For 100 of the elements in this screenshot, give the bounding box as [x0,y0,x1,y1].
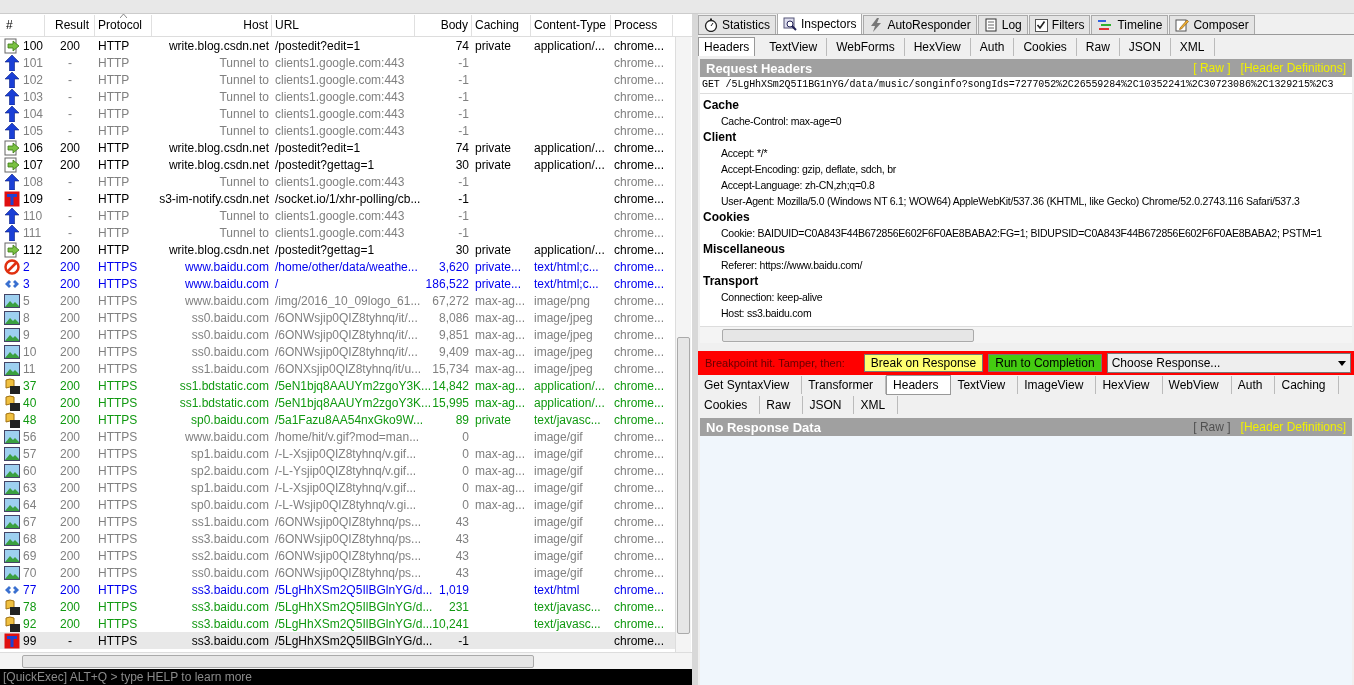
response-view-tab[interactable]: WebView [1162,376,1232,394]
protocol: HTTP [98,157,130,172]
breakpoint-button[interactable]: Run to Completion [988,354,1102,372]
caching: max-ag... [475,446,525,461]
request-view-tab[interactable]: TextView [755,38,828,56]
inspector-tab[interactable]: Inspectors [777,14,863,34]
session-row[interactable]: 69 200 HTTPS ss2.baidu.com /6ONWsjip0QIZ8tyhnq/ps... 43 image/gif chrome... [0,547,675,564]
inspector-tab[interactable]: AutoResponder [863,15,977,34]
column-header[interactable]: Protocol [95,14,152,36]
inspector-tab[interactable]: Timeline [1091,15,1169,34]
column-header[interactable]: Body [415,14,472,36]
session-row[interactable]: 110 - HTTP Tunnel to clients1.google.com:443 -1 chrome... [0,207,675,224]
request-view-tab[interactable]: XML [1170,38,1215,56]
session-row[interactable]: 104 - HTTP Tunnel to clients1.google.com:443 -1 chrome... [0,105,675,122]
response-view-tab[interactable]: Caching [1275,376,1339,394]
session-row[interactable]: 68 200 HTTPS ss3.baidu.com /6ONWsjip0QIZ8tyhnq/ps... 43 image/gif chrome... [0,530,675,547]
session-row[interactable]: 56 200 HTTPS www.baidu.com /home/hit/v.gif?mod=man... 0 image/gif chrome... [0,428,675,445]
session-row[interactable]: 77 200 HTTPS ss3.baidu.com /5LgHhXSm2Q5IlBGlnYG/d... 1,019 text/html chrome... [0,581,675,598]
header-group[interactable]: Cache [703,97,1349,113]
session-row[interactable]: 48 200 HTTPS sp0.baidu.com /5a1Fazu8AA54nxGko9W... 89 private text/javasc... chrome... [0,411,675,428]
session-row[interactable]: 37 200 HTTPS ss1.bdstatic.com /5eN1bjq8AAUYm2zgoY3K...14,842 max-ag... application/... chrome... [0,377,675,394]
request-view-tab[interactable]: WebForms [827,38,905,56]
image-icon [4,360,20,377]
content-type: text/html;c... [534,259,599,274]
session-row[interactable]: 92 200 HTTPS ss3.baidu.com /5LgHhXSm2Q5IlBGlnYG/d...10,241 text/javasc... chrome... [0,615,675,632]
inspector-tab[interactable]: Log [977,15,1028,34]
response-view-tab[interactable]: Headers [886,375,952,395]
column-header[interactable]: Result [45,14,95,36]
header-group[interactable]: Cookies [703,209,1349,225]
session-row[interactable]: 70 200 HTTPS ss0.baidu.com /6ONWsjip0QIZ8tyhnq/ps... 43 image/gif chrome... [0,564,675,581]
body-size: 74 [455,38,469,53]
protocol: HTTPS [98,327,138,342]
session-row[interactable]: 112 200 HTTP write.blog.csdn.net /postedit?gettag=1 30 private application/... chrome... [0,241,675,258]
session-row[interactable]: 10 200 HTTPS ss0.baidu.com /6ONWsjip0QIZ8tyhnq/it/... 9,409 max-ag... image/jpeg chrome... [0,343,675,360]
horizontal-scrollbar[interactable] [0,652,692,669]
response-view-tab[interactable]: ImageView [1018,376,1097,394]
breakpoint-button[interactable]: Break on Response [863,354,984,372]
response-view-tab[interactable]: HexView [1096,376,1163,394]
session-row[interactable]: 108 - HTTP Tunnel to clients1.google.com:443 -1 chrome... [0,173,675,190]
column-header[interactable]: Host [152,14,272,36]
body-size: 186,522 [425,276,469,291]
response-view-tab[interactable]: TextView [951,376,1019,394]
session-row[interactable]: 106 200 HTTP write.blog.csdn.net /postedit?edit=1 74 private application/... chrome... [0,139,675,156]
session-row[interactable]: 64 200 HTTPS sp0.baidu.com /-L-Wsjip0QIZ8tyhnq/v.gi... 0 max-ag... image/gif chrome... [0,496,675,513]
session-row[interactable]: 105 - HTTP Tunnel to clients1.google.com:443 -1 chrome... [0,122,675,139]
request-view-tab[interactable]: Raw [1076,38,1120,56]
header-group[interactable]: Transport [703,273,1349,289]
horizontal-scrollbar[interactable] [700,326,1352,343]
session-row[interactable]: 111 - HTTP Tunnel to clients1.google.com:443 -1 chrome... [0,224,675,241]
column-header[interactable]: # [0,14,45,36]
session-row[interactable]: 5 200 HTTPS www.baidu.com /img/2016_10_09logo_61... 67,272 max-ag... image/png chrome... [0,292,675,309]
session-row[interactable]: 9 200 HTTPS ss0.baidu.com /6ONWsjip0QIZ8tyhnq/it/... 9,851 max-ag... image/jpeg chrome... [0,326,675,343]
session-row[interactable]: 78 200 HTTPS ss3.baidu.com /5LgHhXSm2Q5IlBGlnYG/d... 231 text/javasc... chrome... [0,598,675,615]
scrollbar-thumb[interactable] [722,329,974,342]
vertical-scrollbar[interactable] [675,37,691,652]
session-row[interactable]: 67 200 HTTPS ss1.baidu.com /6ONWsjip0QIZ8tyhnq/ps... 43 image/gif chrome... [0,513,675,530]
session-row[interactable]: 11 200 HTTPS ss1.baidu.com /6ONXsjip0QIZ8tyhnq/it/u... 15,734 max-ag... image/jpeg chrome... [0,360,675,377]
session-row[interactable]: 60 200 HTTPS sp2.baidu.com /-L-Ysjip0QIZ8tyhnq/v.gif... 0 max-ag... image/gif chrome... [0,462,675,479]
session-row[interactable]: 57 200 HTTPS sp1.baidu.com /-L-Xsjip0QIZ8tyhnq/v.gif... 0 max-ag... image/gif chrome... [0,445,675,462]
session-row[interactable]: 8 200 HTTPS ss0.baidu.com /6ONWsjip0QIZ8tyhnq/it/... 8,086 max-ag... image/jpeg chrome... [0,309,675,326]
column-header[interactable]: Content-Type [531,14,611,36]
request-view-tab[interactable]: Auth [970,38,1015,56]
response-dropdown[interactable]: Choose Response... [1106,353,1351,373]
url: /postedit?gettag=1 [275,157,375,172]
session-row[interactable]: 3 200 HTTPS www.baidu.com / 186,522 private... text/html;c... chrome... [0,275,675,292]
column-header[interactable]: URL [272,14,415,36]
session-row[interactable]: 100 200 HTTP write.blog.csdn.net /postedit?edit=1 74 private application/... chrome... [0,37,675,54]
response-view-tab[interactable]: Raw [760,396,804,414]
request-view-tab[interactable]: Headers [698,37,756,56]
header-group[interactable]: Client [703,129,1349,145]
session-number: 63 [23,480,37,495]
session-row[interactable]: 63 200 HTTPS sp1.baidu.com /-L-Xsjip0QIZ8tyhnq/v.gif... 0 max-ag... image/gif chrome... [0,479,675,496]
response-view-tab[interactable]: Auth [1231,376,1276,394]
response-view-tab[interactable]: XML [854,396,899,414]
scrollbar-thumb[interactable] [22,655,534,668]
session-row[interactable]: 99 - HTTPS ss3.baidu.com /5LgHhXSm2Q5IlBGlnYG/d... -1 chrome... [0,632,675,649]
scrollbar-thumb[interactable] [677,337,690,634]
session-row[interactable]: 109 - HTTP s3-im-notify.csdn.net /socket.io/1/xhr-polling/cb... -1 chrome... [0,190,675,207]
response-view-tab[interactable]: JSON [803,396,855,414]
url: /5eN1bjq8AAUYm2zgoY3K... [275,378,432,393]
request-view-tab[interactable]: HexView [904,38,971,56]
response-view-tab[interactable]: Get SyntaxView [698,376,803,394]
inspector-tab[interactable]: Filters [1028,15,1091,34]
session-row[interactable]: 2 200 HTTPS www.baidu.com /home/other/data/weathe... 3,620 private... text/html;c... chrome... [0,258,675,275]
inspector-tab[interactable]: Composer [1169,15,1255,34]
header-group[interactable]: Miscellaneous [703,241,1349,257]
session-row[interactable]: 101 - HTTP Tunnel to clients1.google.com:443 -1 chrome... [0,54,675,71]
request-view-tab[interactable]: Cookies [1014,38,1077,56]
session-row[interactable]: 107 200 HTTP write.blog.csdn.net /postedit?gettag=1 30 private application/... chrome... [0,156,675,173]
inspector-tab[interactable]: Statistics [698,15,776,34]
response-view-tab[interactable]: Cookies [698,396,761,414]
session-row[interactable]: 102 - HTTP Tunnel to clients1.google.com:443 -1 chrome... [0,71,675,88]
session-row[interactable]: 103 - HTTP Tunnel to clients1.google.com:443 -1 chrome... [0,88,675,105]
checkbox[interactable] [1034,18,1048,32]
column-header[interactable]: Process [611,14,673,36]
request-view-tab[interactable]: JSON [1119,38,1171,56]
process: chrome... [614,548,664,563]
session-row[interactable]: 40 200 HTTPS ss1.bdstatic.com /5eN1bjq8AAUYm2zgoY3K...15,995 max-ag... application/... chrome... [0,394,675,411]
column-header[interactable]: Caching [472,14,531,36]
header-entry: Cache-Control: max-age=0 [721,114,842,129]
